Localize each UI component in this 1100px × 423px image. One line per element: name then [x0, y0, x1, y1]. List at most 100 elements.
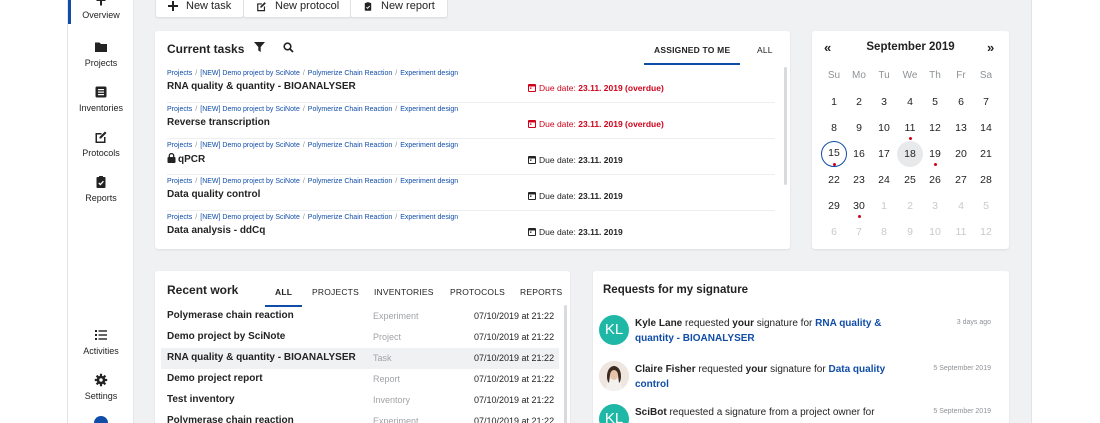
calendar-day[interactable]: 17 [872, 144, 896, 164]
calendar-day[interactable]: 10 [923, 222, 947, 242]
task-name[interactable]: Data quality control [167, 189, 260, 200]
breadcrumb-link[interactable]: Experiment design [400, 178, 458, 185]
breadcrumb-link[interactable]: [NEW] Demo project by SciNote [200, 106, 300, 113]
breadcrumb-link[interactable]: Experiment design [400, 142, 458, 149]
recent-work-row[interactable]: Demo project report Report 07/10/2019 at 2… [161, 369, 559, 390]
sidebar-item-activities[interactable]: Activities [68, 328, 134, 356]
tab-assigned-to-me[interactable]: ASSIGNED TO ME [644, 45, 741, 65]
calendar-day[interactable]: 2 [847, 92, 871, 112]
breadcrumb-link[interactable]: [NEW] Demo project by SciNote [200, 178, 300, 185]
calendar-day[interactable]: 7 [847, 222, 871, 242]
breadcrumb-link[interactable]: Projects [167, 178, 192, 185]
task-row[interactable]: Projects / [NEW] Demo project by SciNote / P… [167, 67, 775, 103]
calendar-day[interactable]: 24 [872, 170, 896, 190]
calendar-day[interactable]: 18 [897, 141, 923, 167]
calendar-day[interactable]: 21 [974, 144, 998, 164]
calendar-day[interactable]: 1 [822, 92, 846, 112]
sidebar-item-reports[interactable]: Reports [68, 175, 134, 203]
search-icon[interactable] [283, 42, 294, 53]
calendar-day[interactable]: 11 [949, 222, 973, 242]
recent-work-row[interactable]: Polymerase chain reaction Experiment 07/10… [161, 306, 559, 327]
task-name[interactable]: qPCR [167, 152, 205, 165]
calendar-day[interactable]: 30 [847, 196, 871, 216]
breadcrumb-link[interactable]: Experiment design [400, 214, 458, 221]
calendar-day[interactable]: 20 [949, 144, 973, 164]
breadcrumb-link[interactable]: [NEW] Demo project by SciNote [200, 70, 300, 77]
calendar-day[interactable]: 19 [923, 144, 947, 164]
breadcrumb-link[interactable]: Polymerize Chain Reaction [308, 178, 392, 185]
calendar-day[interactable]: 5 [974, 196, 998, 216]
breadcrumb-link[interactable]: Experiment design [400, 70, 458, 77]
recent-work-row[interactable]: RNA quality & quantity - BIOANALYSER Task… [161, 348, 559, 369]
calendar-day[interactable]: 12 [923, 118, 947, 138]
tab-protocols[interactable]: PROTOCOLS [450, 287, 505, 297]
calendar-day[interactable]: 13 [949, 118, 973, 138]
calendar-day[interactable]: 1 [872, 196, 896, 216]
task-name[interactable]: Reverse transcription [167, 117, 270, 128]
breadcrumb-link[interactable]: [NEW] Demo project by SciNote [200, 142, 300, 149]
sidebar-item-projects[interactable]: Projects [68, 40, 134, 68]
task-row[interactable]: Projects / [NEW] Demo project by SciNote / P… [167, 103, 775, 139]
sidebar-item-inventories[interactable]: Inventories [68, 85, 134, 113]
new-report-button[interactable]: New report [350, 0, 448, 18]
calendar-day[interactable]: 2 [898, 196, 922, 216]
calendar-day[interactable]: 6 [822, 222, 846, 242]
calendar-day[interactable]: 8 [872, 222, 896, 242]
breadcrumb-link[interactable]: Projects [167, 106, 192, 113]
help-icon[interactable] [94, 416, 108, 423]
new-protocol-button[interactable]: New protocol [243, 0, 353, 18]
recent-work-row[interactable]: Test inventory Inventory 07/10/2019 at 21:… [161, 390, 559, 411]
breadcrumb-link[interactable]: [NEW] Demo project by SciNote [200, 214, 300, 221]
calendar-day[interactable]: 7 [974, 92, 998, 112]
sidebar-item-overview[interactable]: Overview [68, 0, 134, 24]
tab-reports[interactable]: REPORTS [520, 287, 562, 297]
recent-work-row[interactable]: Demo project by SciNote Project 07/10/2019… [161, 327, 559, 348]
calendar-day[interactable]: 27 [949, 170, 973, 190]
calendar-day[interactable]: 9 [847, 118, 871, 138]
breadcrumb-link[interactable]: Projects [167, 214, 192, 221]
new-task-button[interactable]: New task [155, 0, 245, 18]
tab-inventories[interactable]: INVENTORIES [374, 287, 434, 297]
sidebar-item-settings[interactable]: Settings [68, 373, 134, 401]
task-row[interactable]: Projects / [NEW] Demo project by SciNote / P… [167, 211, 775, 247]
breadcrumb-link[interactable]: Polymerize Chain Reaction [308, 106, 392, 113]
task-name[interactable]: Data analysis - ddCq [167, 225, 265, 236]
calendar-day[interactable]: 5 [923, 92, 947, 112]
filter-icon[interactable] [254, 42, 265, 53]
task-name[interactable]: RNA quality & quantity - BIOANALYSER [167, 81, 356, 92]
calendar-day[interactable]: 26 [923, 170, 947, 190]
calendar-day[interactable]: 23 [847, 170, 871, 190]
sidebar-item-protocols[interactable]: Protocols [68, 130, 134, 158]
calendar-day[interactable]: 3 [872, 92, 896, 112]
task-row[interactable]: Projects / [NEW] Demo project by SciNote / P… [167, 175, 775, 211]
breadcrumb-link[interactable]: Projects [167, 142, 192, 149]
calendar-day[interactable]: 12 [974, 222, 998, 242]
calendar-day[interactable]: 28 [974, 170, 998, 190]
breadcrumb-link[interactable]: Polymerize Chain Reaction [308, 70, 392, 77]
calendar-day[interactable]: 8 [822, 118, 846, 138]
scrollbar[interactable] [784, 67, 787, 185]
tab-all[interactable]: ALL [757, 45, 773, 55]
calendar-day[interactable]: 16 [847, 144, 871, 164]
calendar-day[interactable]: 10 [872, 118, 896, 138]
calendar-day[interactable]: 4 [898, 92, 922, 112]
recent-work-row[interactable]: Polymerase chain reaction Experiment 07/10… [161, 411, 559, 423]
next-month-button[interactable]: » [987, 40, 994, 55]
task-row[interactable]: Projects / [NEW] Demo project by SciNote / P… [167, 139, 775, 175]
calendar-day[interactable]: 3 [923, 196, 947, 216]
calendar-day[interactable]: 6 [949, 92, 973, 112]
breadcrumb-link[interactable]: Polymerize Chain Reaction [308, 142, 392, 149]
scrollbar[interactable] [564, 305, 567, 423]
calendar-day[interactable]: 22 [822, 170, 846, 190]
calendar-day[interactable]: 11 [898, 118, 922, 138]
calendar-day[interactable]: 9 [898, 222, 922, 242]
breadcrumb-link[interactable]: Polymerize Chain Reaction [308, 214, 392, 221]
breadcrumb-link[interactable]: Projects [167, 70, 192, 77]
breadcrumb-link[interactable]: Experiment design [400, 106, 458, 113]
calendar-day[interactable]: 14 [974, 118, 998, 138]
tab-projects[interactable]: PROJECTS [312, 287, 359, 297]
calendar-day[interactable]: 29 [822, 196, 846, 216]
calendar-day[interactable]: 25 [898, 170, 922, 190]
tab-all[interactable]: ALL [265, 287, 303, 307]
calendar-day[interactable]: 4 [949, 196, 973, 216]
